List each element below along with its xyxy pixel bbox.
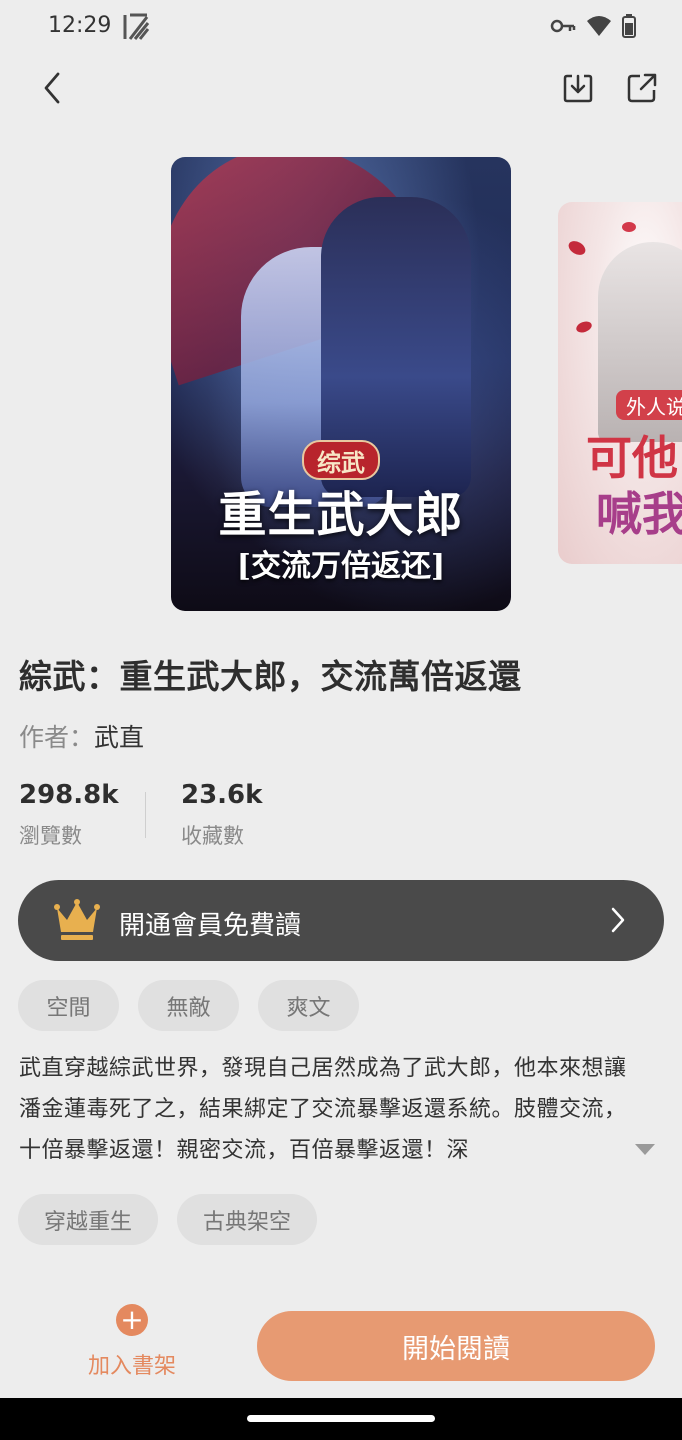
book-description: 武直穿越綜武世界，發現自己居然成為了武大郎，他本來想讓潘金蓮毒死了之，結果綁定了… bbox=[19, 1056, 627, 1163]
share-icon bbox=[627, 73, 657, 103]
category-tags: 穿越重生 古典架空 bbox=[18, 1194, 318, 1245]
bottom-action-bar: + 加入書架 開始閱讀 bbox=[0, 1290, 682, 1398]
plus-icon: + bbox=[116, 1304, 148, 1336]
tag-chip[interactable]: 古典架空 bbox=[177, 1194, 318, 1245]
book-cover[interactable]: 综武 重生武大郎 [交流万倍返还] bbox=[171, 157, 511, 611]
cover-title: 重生武大郎 bbox=[218, 487, 464, 543]
vip-banner-text: 開通會員免費讀 bbox=[119, 911, 302, 941]
home-gesture-handle[interactable] bbox=[247, 1415, 435, 1422]
cover-badge: 综武 bbox=[302, 440, 380, 480]
views-label: 瀏覽數 bbox=[19, 824, 82, 848]
expand-triangle-icon[interactable] bbox=[634, 1142, 656, 1156]
tag-chip[interactable]: 穿越重生 bbox=[18, 1194, 159, 1245]
author-row: 作者：武直 bbox=[19, 718, 144, 754]
cover-subtitle: [交流万倍返还] bbox=[236, 549, 446, 584]
genre-tags: 空間 無敵 爽文 bbox=[18, 980, 359, 1031]
views-stat: 298.8k 瀏覽數 bbox=[19, 780, 119, 850]
app-logo-icon bbox=[123, 13, 150, 40]
download-icon bbox=[563, 74, 593, 103]
tag-chip[interactable]: 無敵 bbox=[138, 980, 239, 1031]
favorites-stat: 23.6k 收藏數 bbox=[181, 780, 262, 850]
favorites-value: 23.6k bbox=[181, 780, 263, 810]
petal-decoration bbox=[622, 222, 636, 232]
top-bar bbox=[0, 56, 682, 120]
chevron-right-icon bbox=[611, 907, 625, 933]
status-bar: 12:29 bbox=[0, 0, 682, 56]
views-value: 298.8k bbox=[19, 780, 119, 810]
share-button[interactable] bbox=[620, 66, 664, 110]
add-to-shelf-button[interactable]: + 加入書架 bbox=[80, 1302, 184, 1382]
author-label: 作者： bbox=[19, 723, 95, 752]
back-button[interactable] bbox=[30, 66, 74, 110]
status-time: 12:29 bbox=[48, 13, 112, 38]
stats-divider bbox=[145, 792, 146, 838]
start-reading-button[interactable]: 開始閱讀 bbox=[257, 1311, 655, 1381]
download-button[interactable] bbox=[556, 66, 600, 110]
add-to-shelf-label: 加入書架 bbox=[87, 1354, 176, 1379]
tag-chip[interactable]: 空間 bbox=[18, 980, 119, 1031]
next-cover-title-line2: 喊我 bbox=[596, 487, 682, 541]
wifi-icon bbox=[587, 16, 611, 36]
vip-membership-banner[interactable]: 開通會員免費讀 bbox=[18, 880, 664, 961]
petal-decoration bbox=[574, 319, 594, 335]
favorites-label: 收藏數 bbox=[181, 824, 244, 848]
battery-icon bbox=[622, 14, 636, 38]
back-arrow-icon bbox=[44, 72, 60, 104]
next-book-cover[interactable]: 外人说 可他 喊我 bbox=[558, 202, 682, 564]
system-navigation-bar bbox=[0, 1398, 682, 1440]
key-icon bbox=[550, 19, 576, 33]
petal-decoration bbox=[566, 238, 588, 258]
book-title: 綜武：重生武大郎，交流萬倍返還 bbox=[19, 657, 522, 696]
author-name[interactable]: 武直 bbox=[94, 723, 144, 752]
crown-icon bbox=[54, 899, 100, 940]
next-cover-tag: 外人说 bbox=[616, 390, 682, 420]
tag-chip[interactable]: 爽文 bbox=[258, 980, 359, 1031]
